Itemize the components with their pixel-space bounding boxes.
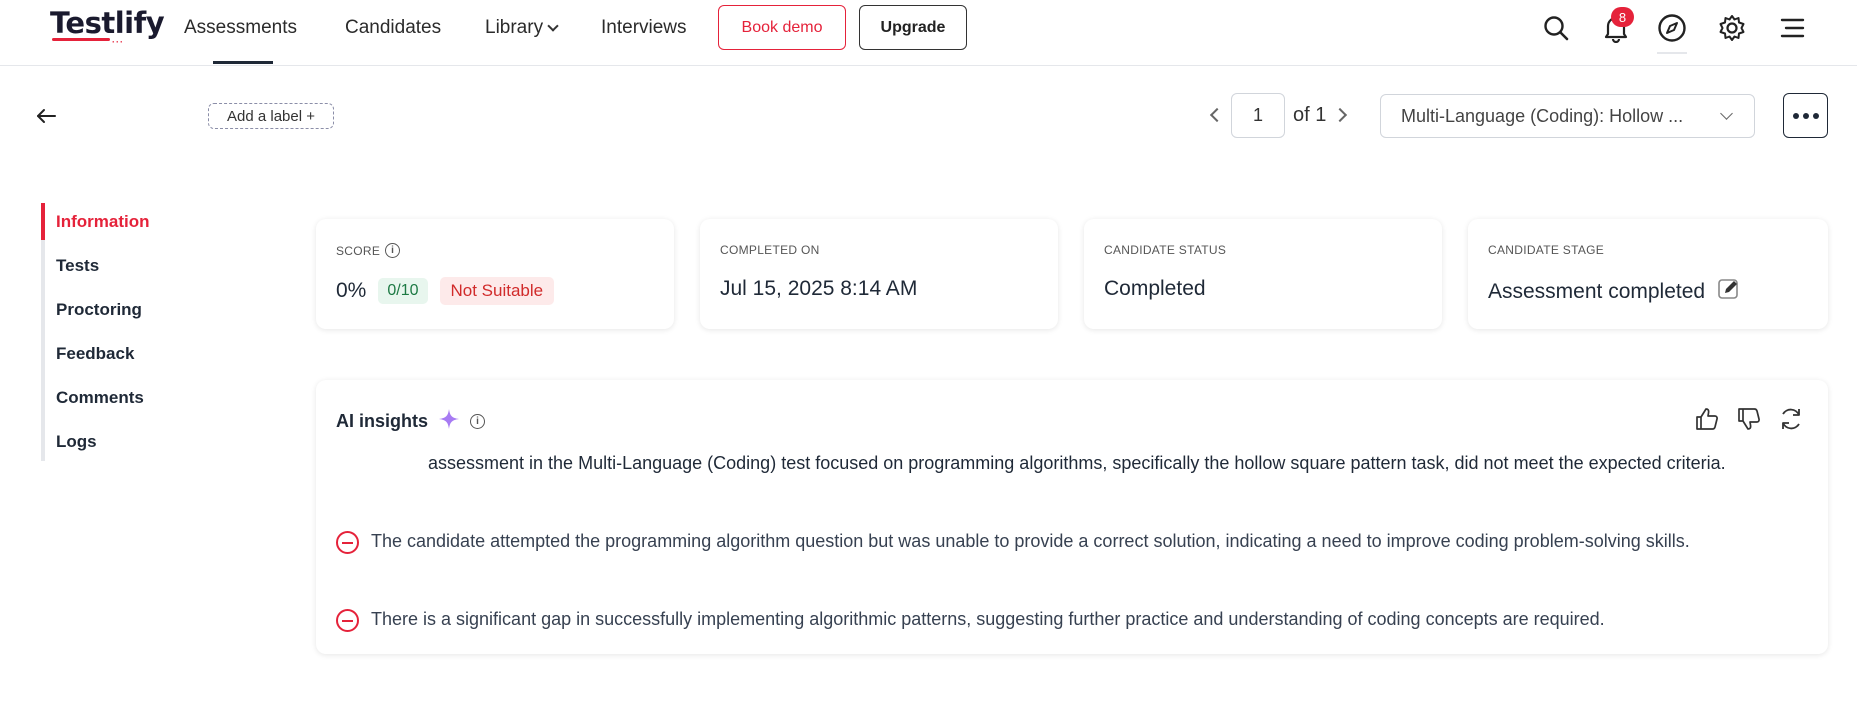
ai-insights-summary: assessment in the Multi-Language (Coding…	[336, 450, 1806, 477]
score-card: SCORE i 0% 0/10 Not Suitable	[316, 219, 674, 329]
candidate-status-label: CANDIDATE STATUS	[1104, 243, 1227, 257]
page-number-input[interactable]: 1	[1231, 93, 1285, 138]
candidate-stage-value-row: Assessment completed	[1488, 277, 1741, 307]
thumbs-up-icon[interactable]	[1694, 406, 1720, 432]
thumbs-down-icon[interactable]	[1736, 406, 1762, 432]
chevron-down-icon	[547, 20, 559, 32]
verdict-badge: Not Suitable	[439, 277, 555, 305]
chevron-right-icon[interactable]	[1332, 107, 1348, 123]
sidebar-item-comments[interactable]: Comments	[56, 388, 144, 408]
notification-count-badge: 8	[1611, 7, 1634, 27]
candidate-stage-label: CANDIDATE STAGE	[1488, 243, 1605, 257]
nav-active-indicator	[213, 61, 273, 64]
info-icon[interactable]: i	[385, 243, 401, 258]
sidebar-item-tests[interactable]: Tests	[56, 256, 99, 276]
compass-active-indicator	[1657, 52, 1687, 54]
refresh-icon[interactable]	[1778, 406, 1804, 432]
insight-point: The candidate attempted the programming …	[336, 526, 1806, 556]
candidate-status-card: CANDIDATE STATUS Completed	[1084, 219, 1442, 329]
ai-insights-summary-text: assessment in the Multi-Language (Coding…	[428, 453, 1726, 473]
page-total: of 1	[1293, 104, 1327, 126]
dot-icon	[1802, 112, 1809, 119]
score-points-badge: 0/10	[378, 278, 428, 304]
nav-candidates[interactable]: Candidates	[345, 17, 441, 39]
sidebar-item-proctoring[interactable]: Proctoring	[56, 300, 142, 320]
brand-logo[interactable]: Testlify	[50, 6, 165, 40]
candidate-status-value: Completed	[1104, 277, 1206, 300]
sidebar-item-logs[interactable]: Logs	[56, 432, 97, 452]
dot-icon	[1792, 112, 1799, 119]
insight-point-text: The candidate attempted the programming …	[371, 531, 1690, 551]
menu-icon[interactable]	[1775, 11, 1809, 45]
search-icon[interactable]	[1539, 11, 1573, 45]
sidebar-rail	[41, 203, 45, 461]
insight-point: There is a significant gap in successful…	[336, 604, 1806, 634]
more-options-button[interactable]	[1783, 93, 1828, 138]
nav-library-label: Library	[485, 17, 544, 38]
upgrade-button[interactable]: Upgrade	[859, 5, 967, 50]
nav-assessments[interactable]: Assessments	[184, 17, 297, 39]
sparkle-icon	[438, 408, 460, 435]
logo-dots: ···	[112, 37, 124, 47]
minus-circle-icon	[336, 609, 359, 632]
top-navbar: Testlify ··· Assessments Candidates Libr…	[0, 0, 1857, 66]
sidebar-item-feedback[interactable]: Feedback	[56, 344, 134, 364]
compass-icon[interactable]	[1655, 11, 1689, 45]
add-label-button[interactable]: Add a label +	[208, 103, 334, 129]
nav-interviews[interactable]: Interviews	[601, 17, 687, 39]
ai-insights-panel: AI insights i assessment in the Multi-La…	[316, 380, 1828, 654]
candidate-stage-value: Assessment completed	[1488, 280, 1706, 303]
chevron-left-icon[interactable]	[1209, 107, 1225, 123]
minus-circle-icon	[336, 531, 359, 554]
ai-insights-title-row: AI insights i	[336, 408, 486, 435]
score-value-row: 0% 0/10 Not Suitable	[336, 277, 555, 305]
info-icon[interactable]: i	[470, 414, 486, 429]
back-arrow-icon[interactable]	[34, 104, 58, 128]
dot-icon	[1812, 112, 1819, 119]
completed-on-card: COMPLETED ON Jul 15, 2025 8:14 AM	[700, 219, 1058, 329]
sidebar-active-indicator	[41, 203, 45, 240]
score-label-row: SCORE i	[336, 243, 401, 258]
ai-insights-actions	[1694, 406, 1804, 432]
edit-icon[interactable]	[1717, 277, 1741, 307]
sidebar-item-information[interactable]: Information	[56, 212, 150, 232]
ai-insights-title: AI insights	[336, 411, 429, 431]
score-percent: 0%	[336, 279, 367, 302]
insight-point-text: There is a significant gap in successful…	[371, 609, 1605, 629]
gear-icon[interactable]	[1715, 11, 1749, 45]
completed-on-label: COMPLETED ON	[720, 243, 820, 257]
nav-library[interactable]: Library	[485, 17, 559, 39]
logo-underline	[52, 38, 110, 41]
completed-on-value: Jul 15, 2025 8:14 AM	[720, 277, 918, 300]
book-demo-button[interactable]: Book demo	[718, 5, 846, 50]
candidate-stage-card: CANDIDATE STAGE Assessment completed	[1468, 219, 1828, 329]
test-select-dropdown[interactable]: Multi-Language (Coding): Hollow ...	[1380, 94, 1755, 138]
score-label: SCORE	[336, 243, 381, 258]
